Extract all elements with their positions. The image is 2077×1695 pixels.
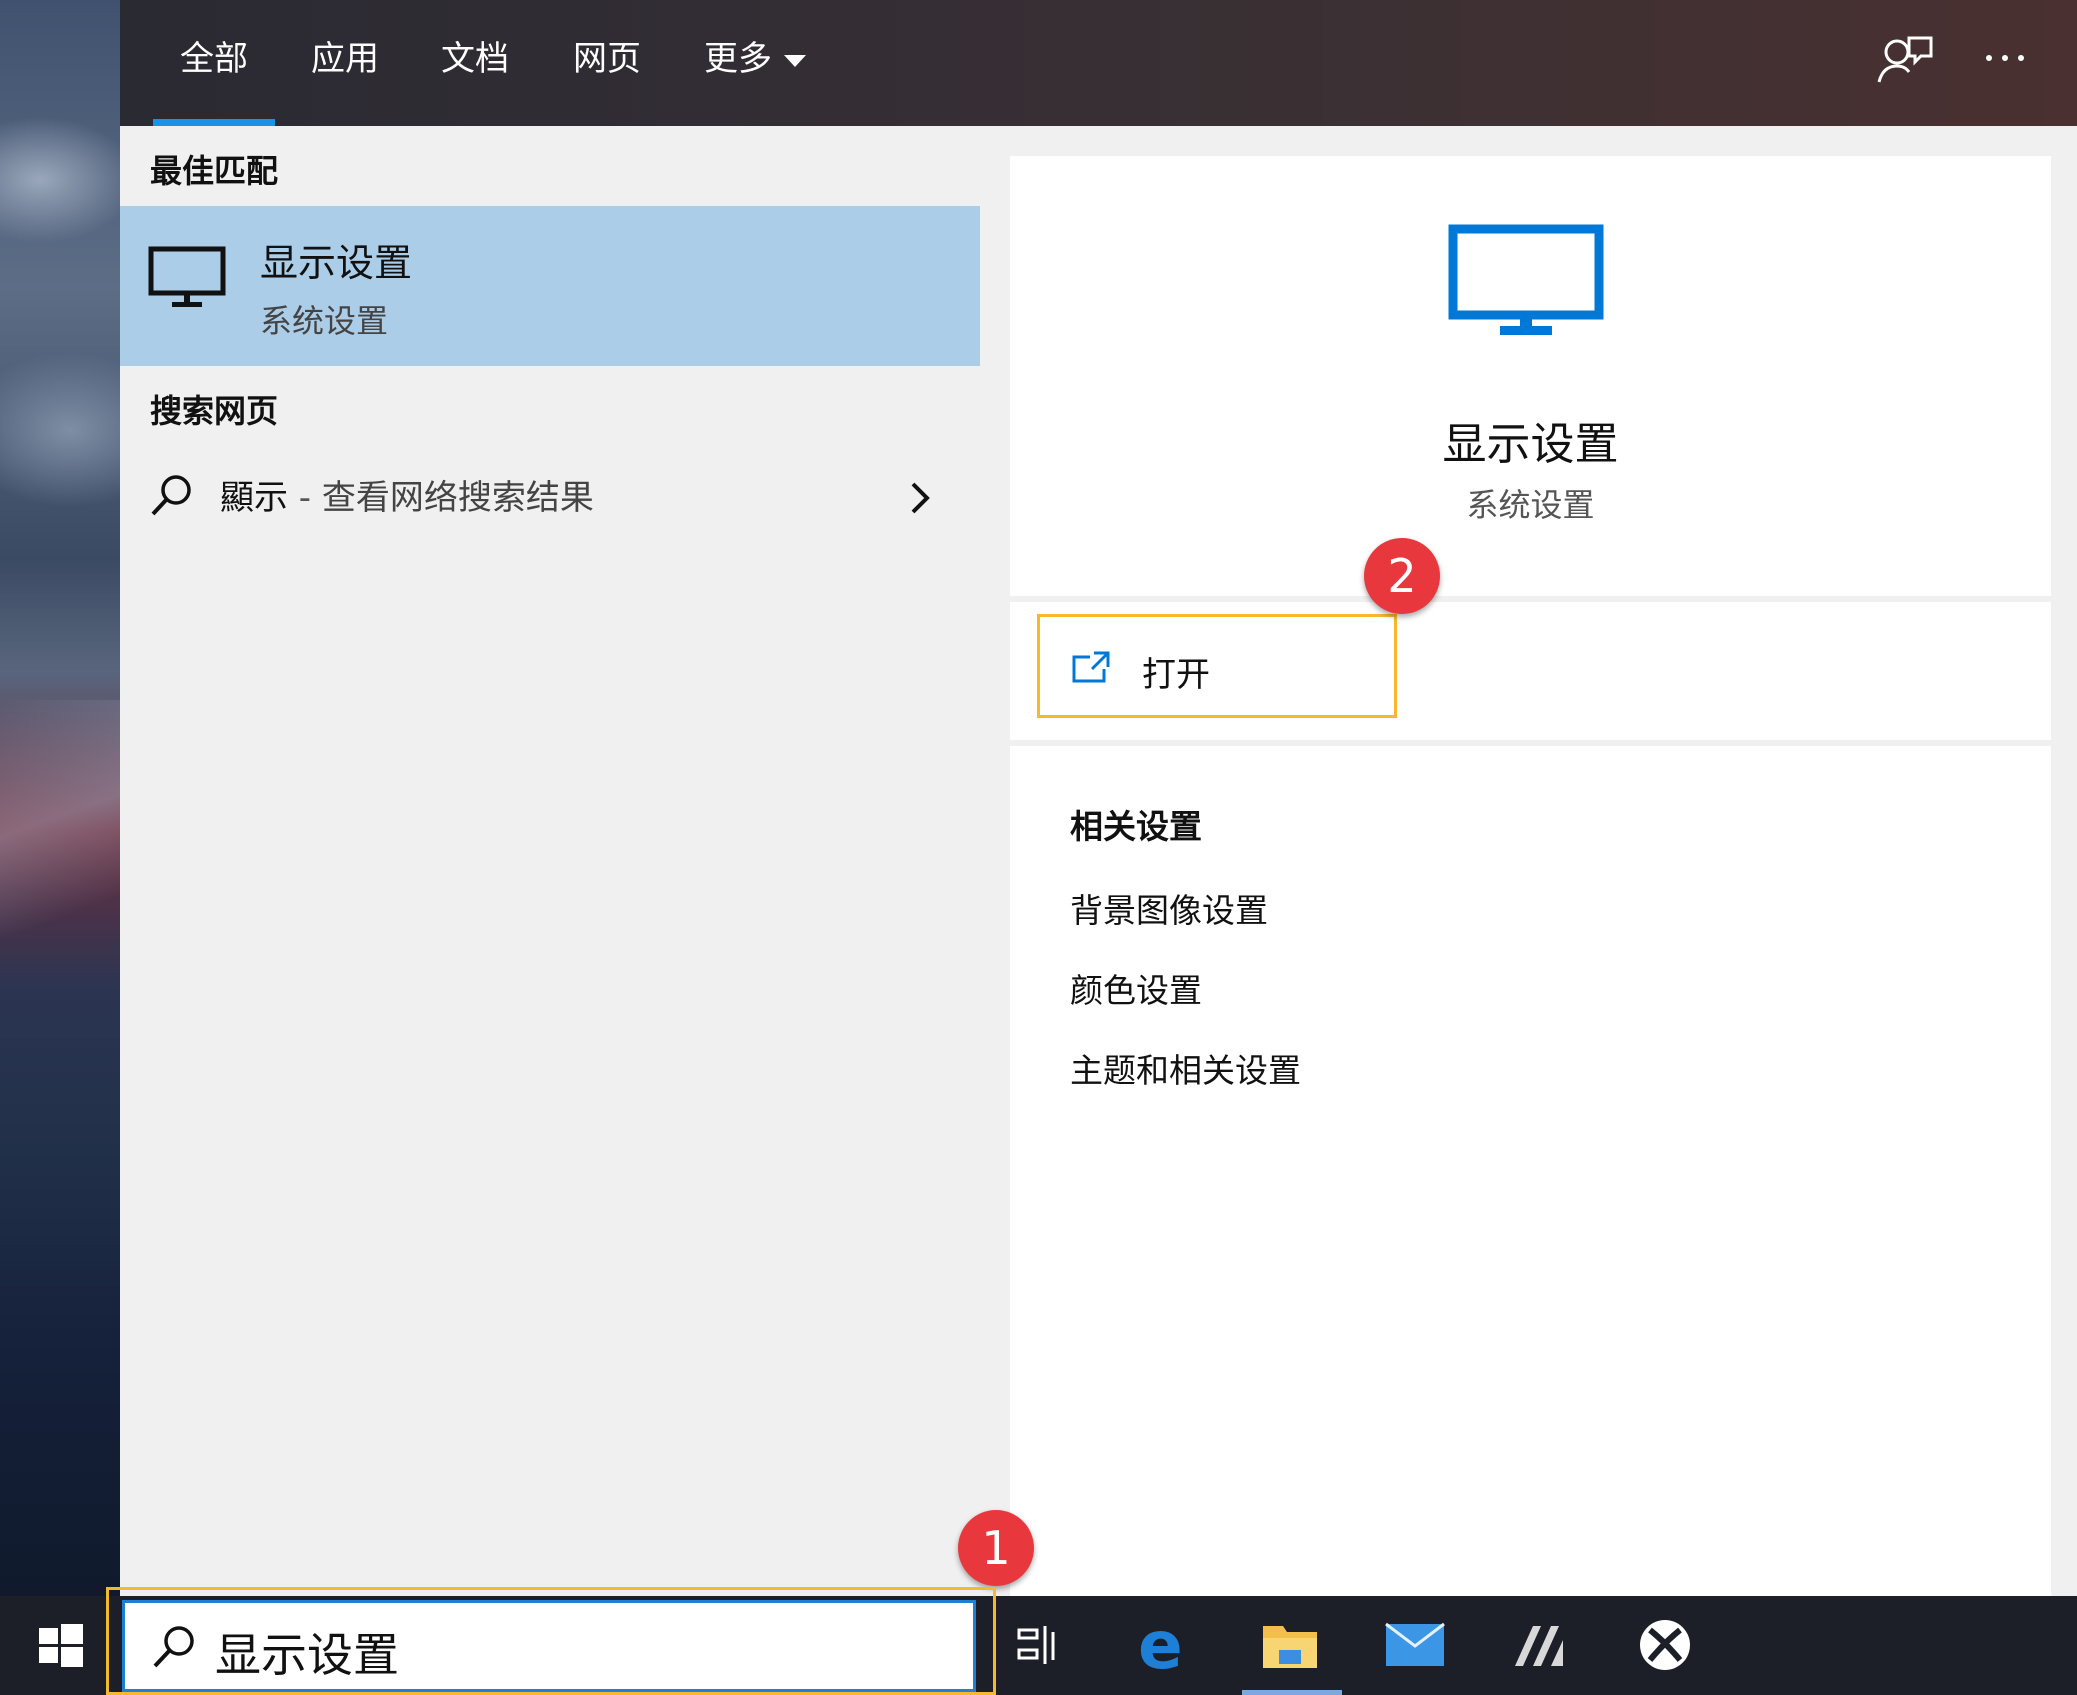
search-input[interactable]: 显示设置 <box>215 1619 399 1685</box>
best-match-heading: 最佳匹配 <box>150 152 279 190</box>
search-header: 全部 应用 文档 网页 更多 <box>120 0 2077 126</box>
more-options-icon[interactable] <box>1975 32 2035 92</box>
tab-more[interactable]: 更多 <box>680 0 830 126</box>
detail-subtitle: 系统设置 <box>1466 486 1595 524</box>
display-icon <box>1448 224 1604 335</box>
best-match-subtitle: 系统设置 <box>260 302 389 340</box>
web-result-text: 顯示 - 查看网络搜索结果 <box>220 470 594 519</box>
windows-start-icon[interactable] <box>25 1610 95 1680</box>
mail-icon[interactable] <box>1380 1610 1450 1680</box>
web-result-description: 查看网络搜索结果 <box>321 478 594 518</box>
step-1-marker: 1 <box>958 1510 1034 1586</box>
chevron-right-icon <box>911 482 930 514</box>
taskbar-search-box[interactable]: 显示设置 <box>122 1600 976 1692</box>
edge-icon[interactable]: e <box>1130 1610 1200 1680</box>
related-settings-heading: 相关设置 <box>1070 807 1202 846</box>
results-panel: 最佳匹配 显示设置 系统设置 搜索网页 顯示 - 查看网络搜索结果 <box>120 126 980 1596</box>
app-icon[interactable] <box>1505 1610 1575 1680</box>
tab-apps[interactable]: 应用 <box>290 0 400 126</box>
background-settings-link[interactable]: 背景图像设置 <box>1070 884 1268 932</box>
search-icon <box>153 1626 194 1668</box>
best-match-item[interactable]: 显示设置 系统设置 <box>120 206 980 366</box>
task-view-icon[interactable] <box>1005 1610 1075 1680</box>
best-match-title: 显示设置 <box>260 241 413 285</box>
open-external-icon <box>1072 651 1110 683</box>
desktop-wallpaper <box>0 0 120 1596</box>
file-explorer-icon[interactable] <box>1255 1610 1325 1680</box>
detail-title: 显示设置 <box>1442 419 1619 470</box>
detail-header-card: 显示设置 系统设置 <box>1010 156 2051 596</box>
tab-more-label: 更多 <box>704 39 772 79</box>
explorer-running-indicator <box>1242 1690 1342 1695</box>
web-result-query: 顯示 <box>220 478 288 518</box>
tab-web[interactable]: 网页 <box>552 0 662 126</box>
search-icon <box>151 475 191 516</box>
svg-text:e: e <box>1138 1610 1183 1680</box>
chevron-down-icon <box>784 54 806 67</box>
related-settings-card <box>1010 746 2051 1596</box>
xbox-icon[interactable] <box>1630 1610 1700 1680</box>
monitor-icon <box>148 246 226 307</box>
search-web-heading: 搜索网页 <box>150 392 279 430</box>
tab-all[interactable]: 全部 <box>153 0 275 126</box>
open-button[interactable]: 打开 <box>1037 614 1397 718</box>
web-search-result[interactable]: 顯示 - 查看网络搜索结果 <box>120 450 980 540</box>
open-button-label: 打开 <box>1142 655 1210 695</box>
step-2-marker: 2 <box>1364 538 1440 614</box>
feedback-icon[interactable] <box>1875 32 1935 92</box>
tab-documents[interactable]: 文档 <box>420 0 530 126</box>
web-result-separator: - <box>288 478 322 518</box>
theme-settings-link[interactable]: 主题和相关设置 <box>1070 1044 1301 1092</box>
color-settings-link[interactable]: 颜色设置 <box>1070 964 1202 1012</box>
